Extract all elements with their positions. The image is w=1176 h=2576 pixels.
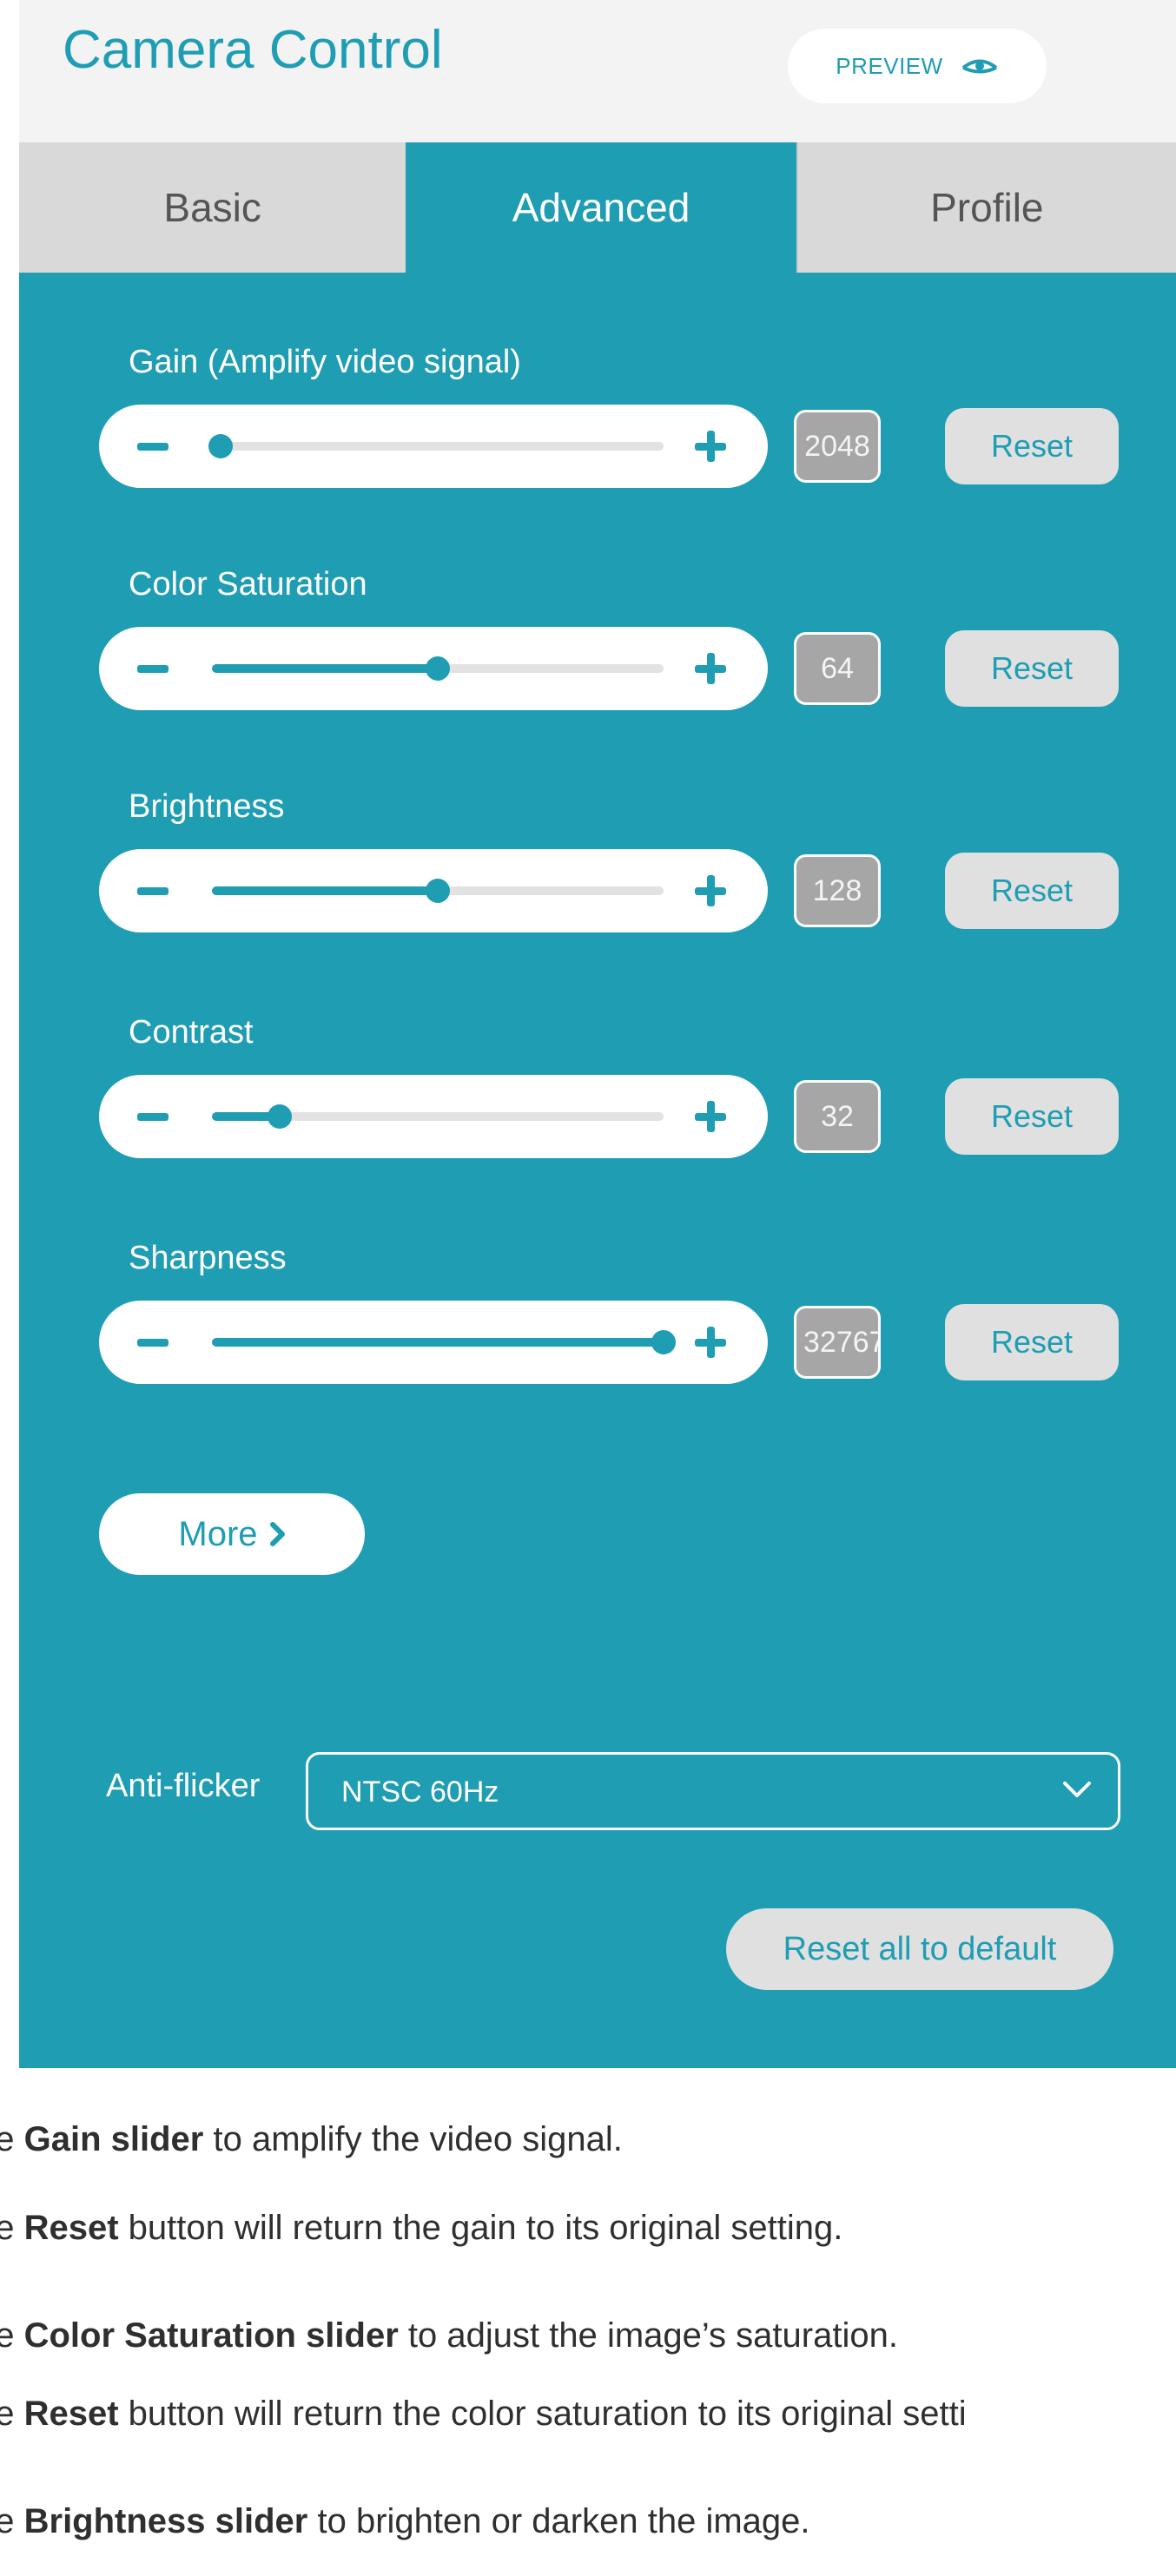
anti-flicker-selected-value: NTSC 60Hz — [341, 1776, 499, 1808]
plus-icon[interactable] — [695, 1101, 726, 1132]
plus-icon[interactable] — [695, 875, 726, 906]
color-saturation-reset-button[interactable]: Reset — [945, 630, 1119, 707]
help-line-brightness: he Brightness slider to brighten or dark… — [0, 2502, 810, 2540]
gain-value[interactable]: 2048 — [794, 410, 881, 483]
help-line-saturation: he Color Saturation slider to adjust the… — [0, 2316, 898, 2355]
anti-flicker-select[interactable]: NTSC 60Hz — [306, 1752, 1120, 1830]
slider-track[interactable] — [208, 434, 664, 458]
more-label: More — [178, 1514, 258, 1553]
tab-basic[interactable]: Basic — [19, 142, 406, 273]
minus-icon[interactable] — [137, 443, 168, 451]
slider-track[interactable] — [212, 1104, 664, 1129]
gain-label: Gain (Amplify video signal) — [129, 344, 521, 380]
more-button[interactable]: More — [99, 1493, 365, 1575]
color-saturation-slider[interactable] — [99, 627, 768, 710]
slider-thumb[interactable] — [426, 879, 450, 903]
slider-track[interactable] — [212, 879, 664, 903]
minus-icon[interactable] — [137, 887, 168, 895]
chevron-down-icon — [1063, 1782, 1091, 1797]
contrast-reset-button[interactable]: Reset — [945, 1078, 1119, 1155]
plus-icon[interactable] — [695, 431, 726, 462]
anti-flicker-label: Anti-flicker — [106, 1768, 261, 1804]
gain-slider[interactable] — [99, 405, 768, 488]
app-header: Camera Control PREVIEW — [19, 0, 1176, 142]
contrast-value[interactable]: 32 — [794, 1080, 881, 1153]
eye-icon — [961, 59, 997, 74]
plus-icon[interactable] — [695, 1327, 726, 1358]
plus-icon[interactable] — [695, 653, 726, 684]
help-text: he Gain slider to amplify the video sign… — [0, 2068, 1176, 2576]
tab-bar: Basic Advanced Profile — [19, 142, 1176, 273]
tab-advanced[interactable]: Advanced — [406, 142, 796, 273]
sharpness-label: Sharpness — [129, 1240, 287, 1276]
preview-button[interactable]: PREVIEW — [788, 29, 1047, 103]
slider-track[interactable] — [212, 1330, 676, 1354]
brightness-label: Brightness — [129, 788, 285, 825]
slider-thumb[interactable] — [268, 1104, 292, 1129]
help-line-gain: he Gain slider to amplify the video sign… — [0, 2120, 623, 2158]
slider-fill — [212, 664, 438, 673]
slider-thumb[interactable] — [208, 434, 234, 458]
brightness-reset-button[interactable]: Reset — [945, 853, 1119, 929]
sharpness-value[interactable]: 32767 — [794, 1306, 881, 1379]
brightness-slider[interactable] — [99, 849, 768, 932]
slider-fill — [212, 1338, 664, 1347]
contrast-label: Contrast — [129, 1014, 254, 1051]
sharpness-reset-button[interactable]: Reset — [945, 1304, 1119, 1380]
chevron-right-icon — [269, 1522, 285, 1546]
sharpness-slider[interactable] — [99, 1301, 768, 1384]
help-line-gain-reset: he Reset button will return the gain to … — [0, 2209, 843, 2247]
color-saturation-value[interactable]: 64 — [794, 632, 881, 705]
slider-thumb[interactable] — [426, 656, 450, 681]
brightness-value[interactable]: 128 — [794, 854, 881, 927]
slider-fill — [212, 886, 438, 895]
tab-profile[interactable]: Profile — [796, 142, 1176, 273]
help-line-saturation-reset: he Reset button will return the color sa… — [0, 2395, 967, 2433]
preview-label: PREVIEW — [836, 52, 943, 79]
minus-icon[interactable] — [137, 1113, 168, 1121]
minus-icon[interactable] — [137, 1339, 168, 1347]
app-title: Camera Control — [63, 20, 443, 80]
gain-reset-button[interactable]: Reset — [945, 408, 1119, 484]
reset-all-button[interactable]: Reset all to default — [726, 1908, 1113, 1990]
minus-icon[interactable] — [137, 665, 168, 673]
slider-thumb[interactable] — [651, 1330, 676, 1354]
slider-track[interactable] — [212, 656, 664, 681]
contrast-slider[interactable] — [99, 1075, 768, 1158]
color-saturation-label: Color Saturation — [129, 566, 367, 603]
